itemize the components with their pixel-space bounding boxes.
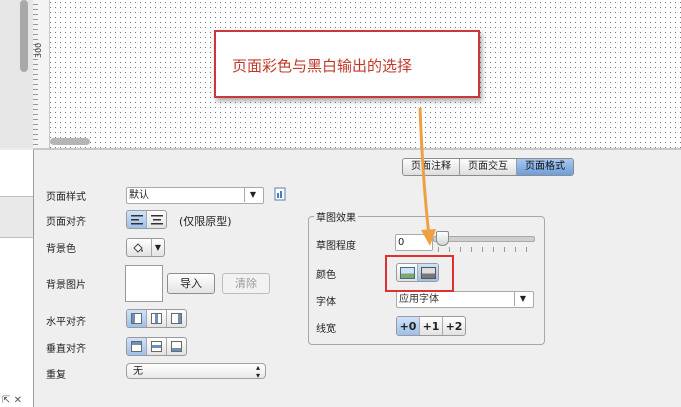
color-mode-highlight (385, 255, 454, 292)
line-width-label: 线宽 (316, 324, 336, 335)
close-icon[interactable]: ✕ (14, 395, 22, 406)
style-manage-icon[interactable] (274, 187, 286, 201)
bg-image-preview[interactable] (125, 265, 163, 302)
chevron-down-icon: ▼ (154, 243, 162, 252)
page-align-label: 页面对齐 (46, 217, 86, 228)
line-width-control: +0 +1 +2 (396, 316, 466, 336)
h-align-center-icon (151, 313, 162, 324)
h-align-control (126, 309, 187, 328)
bg-color-label: 背景色 (46, 244, 76, 255)
color-label: 颜色 (316, 270, 336, 281)
line-width-plus1-button[interactable]: +1 (420, 317, 443, 335)
sketch-group-title: 草图效果 (314, 209, 358, 224)
updown-arrows-icon: ▴ ▾ (255, 363, 260, 380)
page-align-note: (仅限原型) (179, 215, 232, 228)
page-align-control (126, 210, 167, 229)
horizontal-scrollbar-thumb[interactable] (50, 138, 90, 145)
v-align-bottom-button[interactable] (167, 338, 186, 355)
clear-button[interactable]: 清除 (222, 273, 270, 294)
pane-controls[interactable]: ⇱ ✕ (2, 395, 22, 406)
v-align-bottom-icon (171, 341, 182, 352)
tab-page-format[interactable]: 页面格式 (517, 159, 573, 175)
bg-color-picker[interactable]: ▼ (126, 238, 165, 257)
v-align-middle-icon (151, 341, 162, 352)
align-left-icon (130, 214, 143, 224)
paint-bucket-icon (127, 239, 152, 256)
font-label: 字体 (316, 297, 336, 308)
left-panel-strip (0, 0, 33, 148)
expand-icon[interactable]: ⇱ (2, 395, 10, 406)
left-panel-blank (0, 150, 33, 407)
repeat-value: 无 (133, 366, 143, 377)
slider-ticks (438, 247, 532, 252)
v-align-middle-button[interactable] (147, 338, 167, 355)
vertical-scrollbar-thumb[interactable] (20, 0, 28, 72)
h-align-center-button[interactable] (147, 310, 167, 327)
h-align-right-button[interactable] (167, 310, 186, 327)
h-align-left-button[interactable] (127, 310, 147, 327)
tab-page-interactions[interactable]: 页面交互 (460, 159, 517, 175)
collapsed-pane-bar: ⇱ ✕ (0, 196, 33, 406)
line-width-plus0-button[interactable]: +0 (397, 317, 420, 335)
repeat-select[interactable]: 无 ▴ ▾ (126, 363, 266, 380)
h-align-right-icon (171, 313, 182, 324)
page-style-label: 页面样式 (46, 192, 86, 203)
page-style-value: 默认 (129, 190, 149, 201)
v-align-top-button[interactable] (127, 338, 147, 355)
align-center-icon (150, 214, 163, 224)
import-button[interactable]: 导入 (167, 273, 215, 294)
callout-text: 页面彩色与黑白输出的选择 (232, 57, 413, 75)
ruler-label-300: 300 (34, 42, 43, 58)
v-align-top-icon (131, 341, 142, 352)
bg-image-label: 背景图片 (46, 280, 86, 291)
v-align-label: 垂直对齐 (46, 344, 86, 355)
align-left-button[interactable] (127, 211, 147, 228)
h-align-left-icon (131, 313, 142, 324)
chevron-down-icon[interactable]: ▼ (244, 187, 261, 202)
v-align-control (126, 337, 187, 356)
repeat-label: 重复 (46, 370, 66, 381)
chevron-down-icon[interactable]: ▼ (514, 291, 531, 306)
sketch-degree-label: 草图程度 (316, 241, 356, 252)
vertical-ruler (33, 0, 50, 148)
callout-arrow (418, 107, 436, 246)
line-width-plus2-button[interactable]: +2 (443, 317, 465, 335)
align-center-button[interactable] (147, 211, 166, 228)
h-align-label: 水平对齐 (46, 317, 86, 328)
